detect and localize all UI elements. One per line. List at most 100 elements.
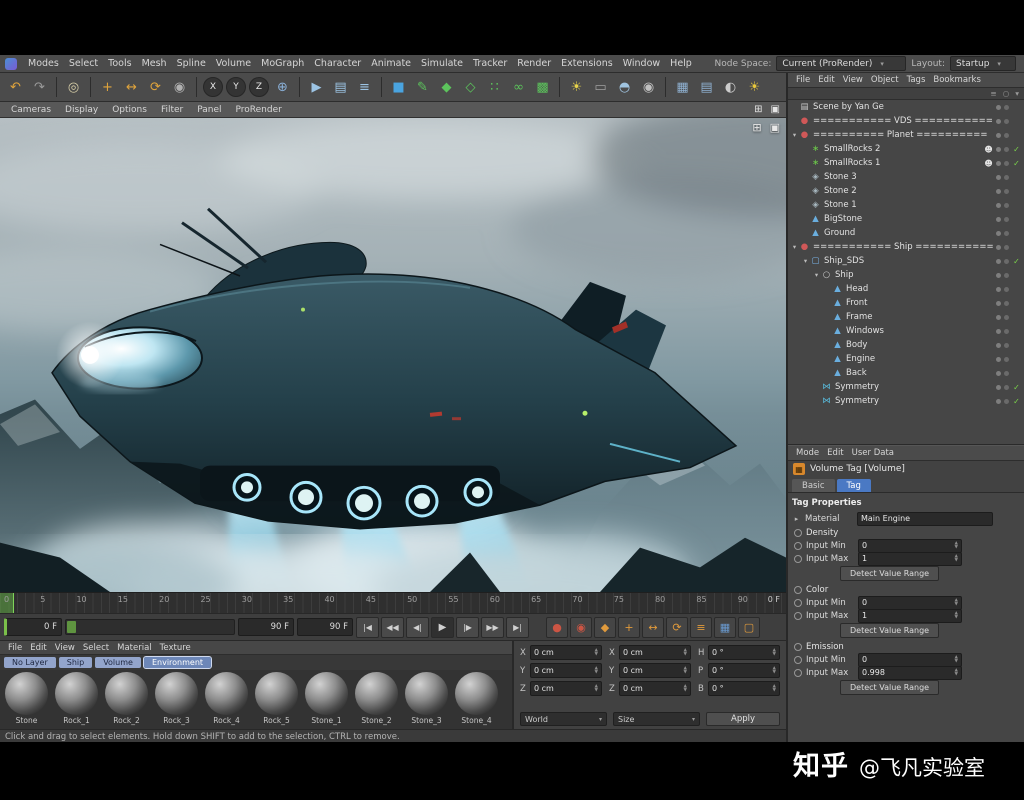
param-field-density-input-max[interactable]: 1▲▼: [858, 552, 962, 566]
enabled-check-icon[interactable]: ✓: [1012, 173, 1021, 182]
record-pla-button[interactable]: ▦: [714, 617, 736, 638]
animation-dot-icon[interactable]: [794, 599, 802, 607]
object-manager-menu-file[interactable]: File: [792, 75, 814, 85]
material-item-stone-2[interactable]: Stone_2: [353, 672, 400, 727]
enabled-check-icon[interactable]: ✓: [1012, 313, 1021, 322]
menu-tracker[interactable]: Tracker: [468, 58, 512, 69]
material-item-stone-4[interactable]: Stone_4: [453, 672, 500, 727]
enabled-check-icon[interactable]: ✓: [1012, 355, 1021, 364]
timeline-ruler[interactable]: 051015202530354045505560657075808590 0 F: [0, 592, 786, 613]
record-keyframe-button[interactable]: ●: [546, 617, 568, 638]
visibility-dot-editor[interactable]: [996, 105, 1001, 110]
visibility-dot-editor[interactable]: [996, 203, 1001, 208]
visibility-dot-editor[interactable]: [996, 119, 1001, 124]
visibility-dot-editor[interactable]: [996, 231, 1001, 236]
animation-dot-icon[interactable]: [794, 542, 802, 550]
visibility-dot-render[interactable]: [1004, 357, 1009, 362]
visibility-dot-render[interactable]: [1004, 259, 1009, 264]
person-icon[interactable]: ☻: [984, 159, 993, 168]
visibility-dot-render[interactable]: [1004, 287, 1009, 292]
node-space-select[interactable]: Current (ProRender) ▾: [776, 56, 906, 71]
go-to-start-button[interactable]: |◀: [356, 617, 379, 638]
viewport-menu-cameras[interactable]: Cameras: [6, 105, 56, 115]
object-row-bigstone[interactable]: ▲BigStone✓: [788, 212, 1024, 226]
record-scale-button[interactable]: ↔: [642, 617, 664, 638]
object-manager-menu-object[interactable]: Object: [867, 75, 903, 85]
material-preview-sphere[interactable]: [5, 672, 48, 715]
coordinate-field-1-y[interactable]: 0 cm▲▼: [619, 663, 691, 678]
visibility-dot-editor[interactable]: [996, 245, 1001, 250]
group-row-emission[interactable]: Emission: [792, 640, 1020, 653]
menu-select[interactable]: Select: [64, 58, 103, 69]
menu-mesh[interactable]: Mesh: [137, 58, 172, 69]
enabled-check-icon[interactable]: ✓: [1012, 271, 1021, 280]
visibility-dot-render[interactable]: [1004, 175, 1009, 180]
viewport-menu-panel[interactable]: Panel: [192, 105, 226, 115]
enabled-check-icon[interactable]: ✓: [1012, 229, 1021, 238]
spinner-icon[interactable]: ▲▼: [595, 667, 598, 675]
object-manager-menu-tags[interactable]: Tags: [903, 75, 930, 85]
attribute-menu-edit[interactable]: Edit: [823, 448, 847, 458]
material-preview-sphere[interactable]: [105, 672, 148, 715]
object-row-scene-by-yan-ge[interactable]: ▤Scene by Yan Ge✓: [788, 100, 1024, 114]
spinner-icon[interactable]: ▲▼: [955, 599, 958, 607]
menu-character[interactable]: Character: [309, 58, 366, 69]
visibility-dot-editor[interactable]: [996, 371, 1001, 376]
volume-builder-icon[interactable]: ▩: [531, 76, 554, 99]
expand-icon[interactable]: ▾: [790, 243, 799, 251]
spinner-icon[interactable]: ▲▼: [595, 649, 598, 657]
menu-modes[interactable]: Modes: [23, 58, 64, 69]
last-tool-icon[interactable]: ◉: [168, 76, 191, 99]
render-settings-icon[interactable]: ≡: [353, 76, 376, 99]
visibility-dot-render[interactable]: [1004, 329, 1009, 334]
coordinate-field-1-z[interactable]: 0 cm▲▼: [619, 681, 691, 696]
enabled-check-icon[interactable]: ✓: [1012, 299, 1021, 308]
menu-animate[interactable]: Animate: [366, 58, 416, 69]
menu-tools[interactable]: Tools: [103, 58, 136, 69]
enabled-check-icon[interactable]: ✓: [1012, 103, 1021, 112]
enabled-check-icon[interactable]: ✓: [1012, 159, 1021, 168]
object-row-planet[interactable]: ▾●========== Planet ==========✓: [788, 128, 1024, 142]
material-menu-material[interactable]: Material: [113, 643, 156, 653]
instance-icon[interactable]: ◇: [459, 76, 482, 99]
play-button[interactable]: ▶: [431, 617, 454, 638]
expand-icon[interactable]: ▾: [790, 131, 799, 139]
spinner-icon[interactable]: ▲▼: [684, 667, 687, 675]
enabled-check-icon[interactable]: ✓: [1012, 187, 1021, 196]
enabled-check-icon[interactable]: ✓: [1012, 369, 1021, 378]
object-row-ground[interactable]: ▲Ground✓: [788, 226, 1024, 240]
object-manager-menu-view[interactable]: View: [839, 75, 867, 85]
object-row-vds[interactable]: ●=========== VDS ===========✓: [788, 114, 1024, 128]
material-preview-icon[interactable]: ◐: [719, 76, 742, 99]
viewport-menu-prorender[interactable]: ProRender: [231, 105, 287, 115]
detect-value-range-button[interactable]: Detect Value Range: [840, 680, 939, 695]
spinner-icon[interactable]: ▲▼: [955, 656, 958, 664]
scale-tool-icon[interactable]: ↔: [120, 76, 143, 99]
layer-tab-volume[interactable]: Volume: [95, 657, 141, 668]
visibility-dot-editor[interactable]: [996, 343, 1001, 348]
param-field-emission-input-max[interactable]: 0.998▲▼: [858, 666, 962, 680]
coordinate-field-0-y[interactable]: 0 cm▲▼: [530, 663, 602, 678]
redo-icon[interactable]: ↷: [28, 76, 51, 99]
menu-render[interactable]: Render: [512, 58, 556, 69]
material-preview-sphere[interactable]: [405, 672, 448, 715]
layer-tab-no-layer[interactable]: No Layer: [4, 657, 56, 668]
current-frame-field[interactable]: 0 F: [4, 618, 62, 636]
visibility-dot-render[interactable]: [1004, 105, 1009, 110]
coordinate-field-2-h[interactable]: 0 °▲▼: [708, 645, 780, 660]
enabled-check-icon[interactable]: ✓: [1012, 243, 1021, 252]
undo-icon[interactable]: ↶: [4, 76, 27, 99]
object-row-back[interactable]: ▲Back✓: [788, 366, 1024, 380]
detect-value-range-button[interactable]: Detect Value Range: [840, 566, 939, 581]
animation-dot-icon[interactable]: [794, 529, 802, 537]
go-to-end-button[interactable]: ▶|: [506, 617, 529, 638]
spinner-icon[interactable]: ▲▼: [773, 667, 776, 675]
range-end-field[interactable]: 90 F: [297, 618, 353, 636]
material-item-rock-5[interactable]: Rock_5: [253, 672, 300, 727]
material-item-rock-3[interactable]: Rock_3: [153, 672, 200, 727]
menu-window[interactable]: Window: [618, 58, 665, 69]
material-preview-sphere[interactable]: [255, 672, 298, 715]
animation-dot-icon[interactable]: [794, 555, 802, 563]
animation-dot-icon[interactable]: [794, 586, 802, 594]
record-rotation-button[interactable]: ⟳: [666, 617, 688, 638]
